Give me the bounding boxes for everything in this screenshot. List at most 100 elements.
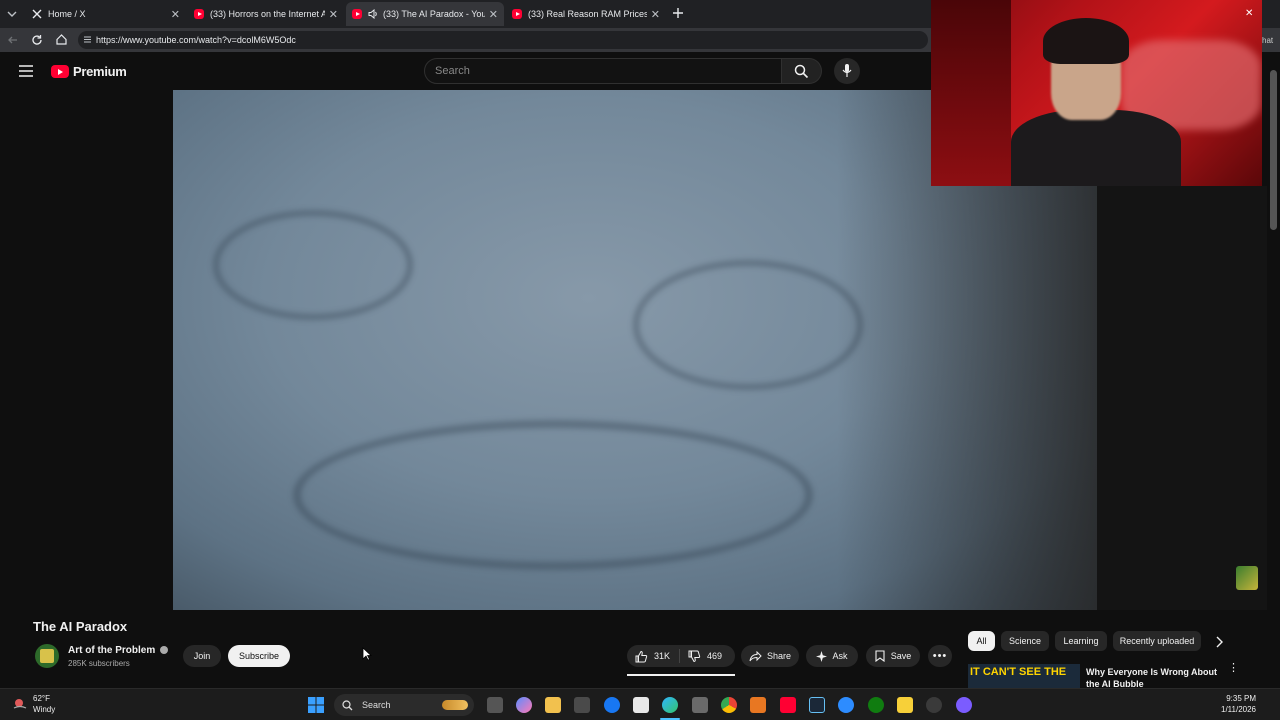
share-arrow-icon <box>749 650 762 662</box>
taskbar-search-label: Search <box>362 700 391 710</box>
new-tab-plus-icon[interactable] <box>671 6 685 20</box>
hamburger-menu-icon[interactable] <box>19 65 33 77</box>
share-button[interactable]: Share <box>741 645 799 667</box>
file-explorer-icon[interactable] <box>545 697 561 713</box>
search-highlight-graphic-icon <box>442 700 468 710</box>
chip-recently-uploaded[interactable]: Recently uploaded <box>1113 631 1201 651</box>
thumbs-up-icon <box>635 650 648 663</box>
tab-search-chevron-icon[interactable] <box>6 8 18 20</box>
close-tab-icon[interactable]: ✕ <box>329 8 338 21</box>
tab-home-x[interactable]: Home / X ✕ <box>26 2 186 26</box>
dislike-button[interactable]: 469 <box>680 650 722 663</box>
join-button[interactable]: Join <box>183 645 221 667</box>
channel-avatar[interactable] <box>35 644 59 668</box>
thumbs-down-icon <box>688 650 701 663</box>
sparkle-icon <box>816 650 828 662</box>
channel-name-text: Art of the Problem <box>68 645 156 656</box>
chrome-icon[interactable] <box>721 697 737 713</box>
facebook-icon[interactable] <box>604 697 620 713</box>
youtube-masthead: Premium Search <box>0 52 930 90</box>
close-tab-icon[interactable]: ✕ <box>171 8 180 21</box>
streamer-webcam-overlay: ✕ <box>931 0 1262 186</box>
recommended-video-thumbnail[interactable]: IT CAN'T SEE THE <box>968 664 1080 688</box>
copilot-icon[interactable] <box>516 697 532 713</box>
microsoft-store-icon[interactable] <box>574 697 590 713</box>
xbox-icon[interactable] <box>868 697 884 713</box>
youtube-icon <box>194 9 204 19</box>
webcam-person-body <box>1011 110 1181 186</box>
clock-date[interactable]: 1/11/2026 <box>1221 705 1256 714</box>
tab-label: (33) Horrors on the Internet Archi <box>210 9 325 19</box>
x-logo-icon <box>32 9 42 19</box>
search-icon <box>342 700 353 711</box>
vlc-icon[interactable] <box>750 697 766 713</box>
tab-horrors-internet-archive[interactable]: (33) Horrors on the Internet Archi ✕ <box>188 2 344 26</box>
mouse-cursor-icon <box>362 647 372 661</box>
webcam-person-hair <box>1043 18 1129 64</box>
thumbnail-text: IT CAN'T SEE THE <box>970 666 1067 678</box>
video-title: The AI Paradox <box>33 619 128 634</box>
tab-ai-paradox[interactable]: (33) The AI Paradox - YouTube ✕ <box>346 2 504 26</box>
taskbar-search-box[interactable]: Search <box>334 694 474 716</box>
like-count: 31K <box>654 651 671 661</box>
toolbar-edge-text: hat <box>1262 36 1274 45</box>
save-button[interactable]: Save <box>866 645 920 667</box>
chip-science[interactable]: Science <box>1001 631 1049 651</box>
recommended-video-title[interactable]: Why Everyone Is Wrong About the AI Bubbl… <box>1086 666 1221 688</box>
microphone-icon <box>842 63 852 78</box>
channel-avatar-cube-icon <box>40 649 54 663</box>
youtube-app-icon[interactable] <box>780 697 796 713</box>
site-info-icon[interactable] <box>83 35 92 44</box>
discord-icon[interactable] <box>956 697 972 713</box>
ask-button[interactable]: Ask <box>806 645 858 667</box>
channel-name-link[interactable]: Art of the Problem <box>68 645 169 656</box>
premium-logo-text: Premium <box>73 64 127 79</box>
back-arrow-icon[interactable] <box>7 34 19 46</box>
chip-all[interactable]: All <box>968 631 995 651</box>
search-button[interactable] <box>782 58 822 84</box>
amazon-icon[interactable] <box>633 697 649 713</box>
task-view-icon[interactable] <box>487 697 503 713</box>
calculator-icon[interactable] <box>692 697 708 713</box>
steam-icon[interactable] <box>809 697 825 713</box>
speaker-icon[interactable] <box>368 9 379 19</box>
bookmark-icon <box>875 650 885 662</box>
chevron-right-icon[interactable] <box>1214 636 1224 648</box>
close-tab-icon[interactable]: ✕ <box>651 8 660 21</box>
url-text: https://www.youtube.com/watch?v=dcolM6W5… <box>96 35 296 45</box>
youtube-icon <box>352 9 362 19</box>
like-ratio-bar <box>627 674 735 676</box>
tab-ram-prices[interactable]: (33) Real Reason RAM Prices Are S ✕ <box>506 2 666 26</box>
voice-search-button[interactable] <box>834 58 860 84</box>
sticky-notes-icon[interactable] <box>897 697 913 713</box>
obs-icon[interactable] <box>926 697 942 713</box>
channel-watermark-icon[interactable] <box>1236 566 1258 590</box>
windows-start-icon[interactable] <box>308 697 324 713</box>
tab-label: Home / X <box>48 9 86 19</box>
address-bar-input[interactable]: https://www.youtube.com/watch?v=dcolM6W5… <box>78 31 928 49</box>
chip-learning[interactable]: Learning <box>1055 631 1107 651</box>
like-button[interactable]: 31K <box>627 650 679 663</box>
clock-time[interactable]: 9:35 PM <box>1226 694 1256 703</box>
tab-label: (33) The AI Paradox - YouTube <box>383 9 485 19</box>
settings-gear-icon[interactable] <box>838 697 854 713</box>
weather-description[interactable]: Windy <box>33 705 55 714</box>
subscribe-button[interactable]: Subscribe <box>228 645 290 667</box>
scrollbar-thumb[interactable] <box>1270 70 1277 230</box>
more-actions-button[interactable]: ••• <box>928 645 952 667</box>
home-icon[interactable] <box>55 33 68 46</box>
verified-badge-icon <box>160 646 169 655</box>
more-vertical-icon[interactable]: ⋮ <box>1228 663 1239 674</box>
close-tab-icon[interactable]: ✕ <box>489 8 498 21</box>
blurred-frame-shape <box>213 210 413 320</box>
youtube-premium-logo[interactable]: Premium <box>51 64 127 79</box>
like-dislike-group: 31K 469 <box>627 645 735 667</box>
search-input[interactable]: Search <box>424 58 782 84</box>
edge-browser-icon[interactable] <box>662 697 678 713</box>
reload-icon[interactable] <box>31 34 43 46</box>
weather-icon[interactable] <box>12 697 28 711</box>
share-label: Share <box>766 651 792 661</box>
weather-temperature[interactable]: 62°F <box>33 694 50 703</box>
windows-taskbar: 62°F Windy Search 9:35 PM 1/11/2026 <box>0 688 1280 720</box>
tab-label: (33) Real Reason RAM Prices Are S <box>528 9 647 19</box>
